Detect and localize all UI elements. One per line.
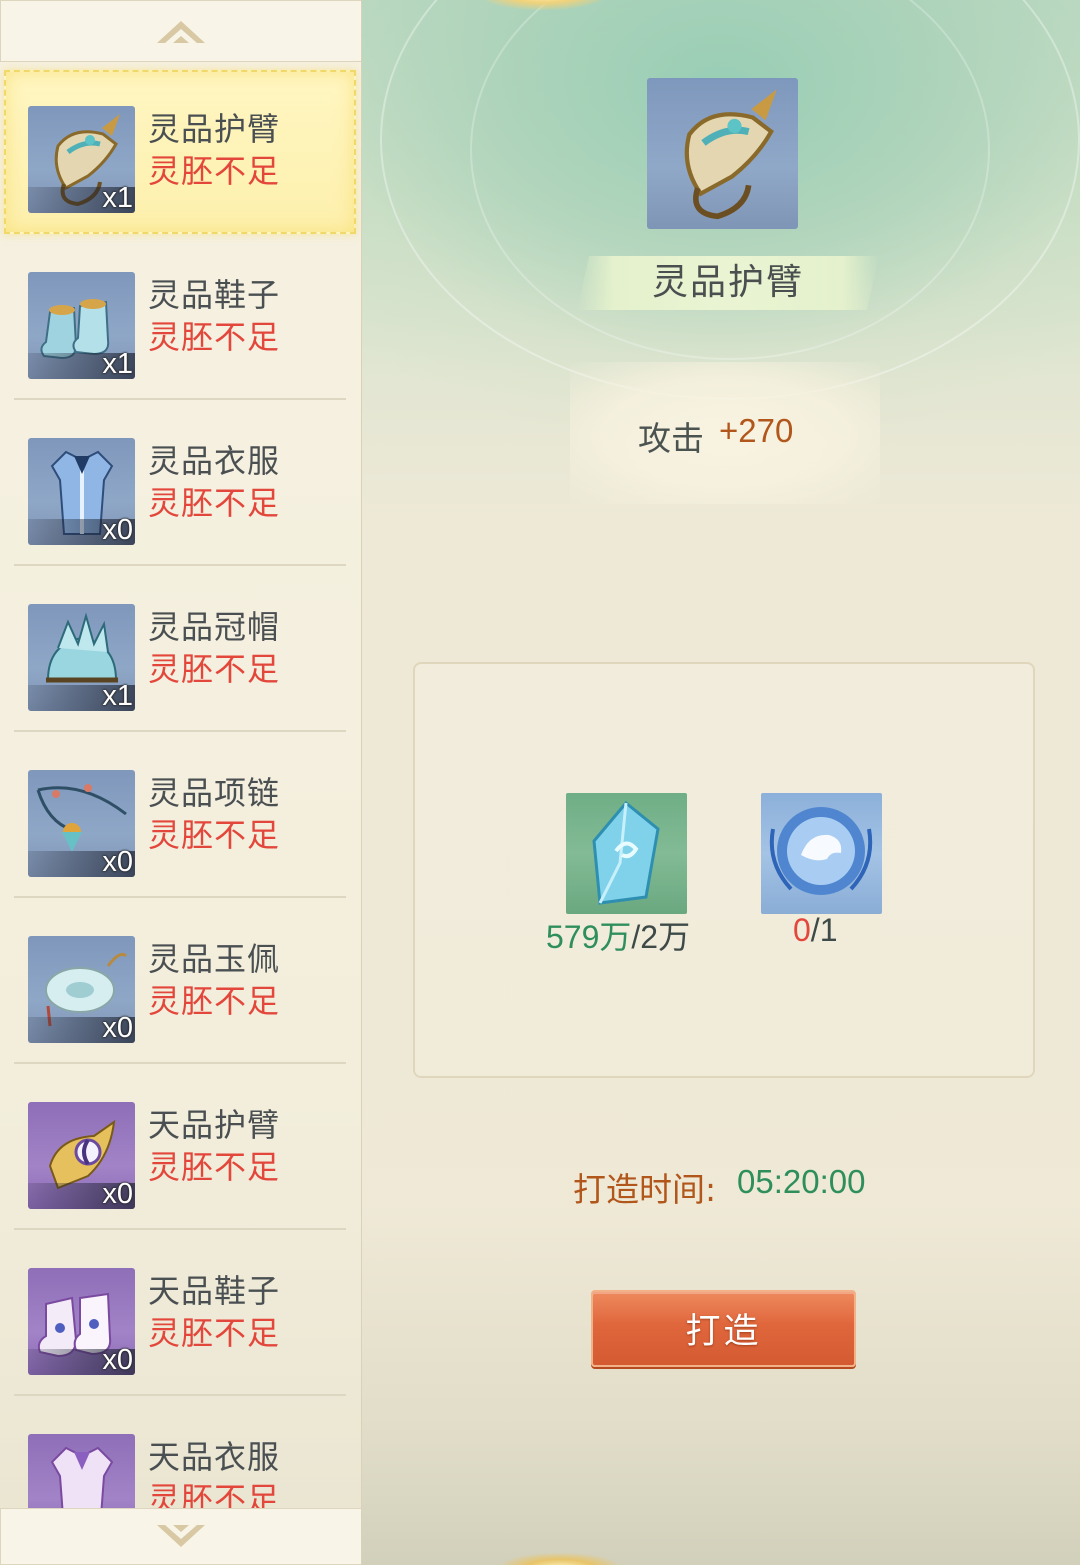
item-thumbnail: x0 — [28, 1102, 135, 1209]
crystal-icon — [592, 800, 660, 905]
item-thumbnail: x0 — [28, 1268, 135, 1375]
item-name: 天品衣服 — [148, 1438, 281, 1476]
item-thumbnail: x1 — [28, 106, 135, 213]
selected-item-icon — [647, 78, 798, 229]
dragon-orb-icon — [769, 807, 873, 895]
craft-button[interactable]: 打造 — [591, 1290, 856, 1367]
craft-time-value: 05:20:00 — [737, 1163, 866, 1200]
scroll-up-button[interactable] — [0, 0, 361, 62]
material-count: 579万/2万 — [546, 919, 691, 955]
list-item[interactable]: x1 灵品护臂 灵胚不足 — [0, 68, 361, 234]
craft-time-label: 打造时间: — [573, 1170, 717, 1209]
chevron-up-icon — [157, 21, 205, 43]
item-name: 天品鞋子 — [148, 1272, 281, 1310]
item-status: 灵胚不足 — [148, 816, 281, 854]
stat-value: +270 — [719, 412, 794, 449]
stat-label: 攻击 — [638, 419, 704, 458]
item-thumbnail: x0 — [28, 936, 135, 1043]
item-status: 灵胚不足 — [148, 152, 281, 190]
scroll-down-button[interactable] — [0, 1508, 361, 1565]
item-title: 灵品护臂 — [651, 262, 804, 303]
chevron-down-icon — [157, 1524, 205, 1547]
item-thumbnail — [28, 1434, 135, 1508]
item-count: x1 — [102, 182, 133, 213]
item-count: x0 — [102, 514, 133, 545]
material-slot[interactable] — [761, 793, 882, 914]
item-name: 天品护臂 — [148, 1106, 281, 1144]
item-count: x1 — [102, 680, 133, 711]
item-count: x0 — [102, 1344, 133, 1375]
item-status: 灵胚不足 — [148, 1314, 281, 1352]
list-item[interactable]: x0 灵品衣服 灵胚不足 — [0, 400, 361, 566]
item-count: x0 — [102, 846, 133, 877]
list-item[interactable]: x0 天品护臂 灵胚不足 — [0, 1064, 361, 1230]
list-item[interactable]: x0 天品鞋子 灵胚不足 — [0, 1230, 361, 1396]
item-thumbnail: x1 — [28, 272, 135, 379]
material-requirements-box — [413, 662, 1035, 1078]
list-item[interactable]: 天品衣服 灵胚不足 — [0, 1396, 361, 1508]
list-item[interactable]: x0 灵品玉佩 灵胚不足 — [0, 898, 361, 1064]
item-count: x1 — [102, 348, 133, 379]
item-status: 灵胚不足 — [148, 484, 281, 522]
craft-button-label: 打造 — [685, 1312, 762, 1352]
item-status: 灵胚不足 — [148, 1480, 281, 1508]
material-slot[interactable] — [566, 793, 687, 914]
item-thumbnail: x0 — [28, 438, 135, 545]
item-status: 灵胚不足 — [148, 318, 281, 356]
material-count: 0/1 — [793, 912, 838, 948]
item-thumbnail: x0 — [28, 770, 135, 877]
item-name: 灵品冠帽 — [148, 608, 281, 646]
robe-icon — [50, 1446, 114, 1508]
equipment-list-sidebar[interactable]: x1 灵品护臂 灵胚不足 x1 灵品鞋子 灵胚不足 x0 灵品衣服 灵胚不足 x… — [0, 0, 362, 1565]
item-name: 灵品玉佩 — [148, 940, 281, 978]
item-name: 灵品衣服 — [148, 442, 281, 480]
item-thumbnail: x1 — [28, 604, 135, 711]
item-name: 灵品项链 — [148, 774, 281, 812]
list-item[interactable]: x0 灵品项链 灵胚不足 — [0, 732, 361, 898]
item-count: x0 — [102, 1012, 133, 1043]
item-name: 灵品护臂 — [148, 110, 281, 148]
list-item[interactable]: x1 灵品鞋子 灵胚不足 — [0, 234, 361, 400]
item-status: 灵胚不足 — [148, 650, 281, 688]
list-item[interactable]: x1 灵品冠帽 灵胚不足 — [0, 566, 361, 732]
item-name: 灵品鞋子 — [148, 276, 281, 314]
bracer-icon — [684, 89, 777, 220]
item-status: 灵胚不足 — [148, 982, 281, 1020]
item-status: 灵胚不足 — [148, 1148, 281, 1186]
item-count: x0 — [102, 1178, 133, 1209]
